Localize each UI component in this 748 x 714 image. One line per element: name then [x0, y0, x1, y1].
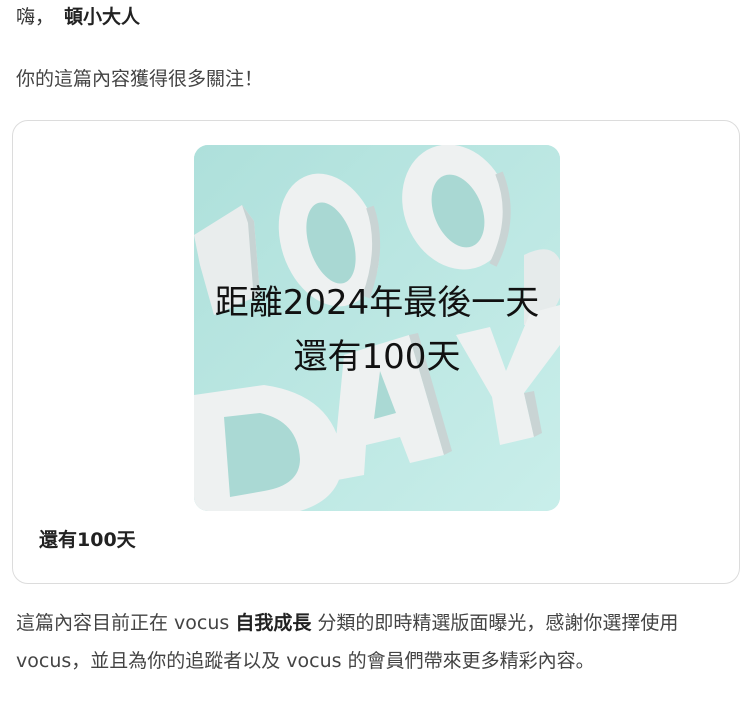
article-card[interactable]: 距離2024年最後一天 還有100天 還有100天: [12, 120, 740, 584]
user-name: 頓小大人: [64, 6, 141, 28]
cover-100-days-graphic: [194, 145, 560, 511]
article-title[interactable]: 還有100天: [39, 525, 136, 552]
category-name: 自我成長: [235, 612, 312, 634]
greeting-hi: 嗨，: [16, 6, 55, 28]
cover-caption-line1: 距離2024年最後一天: [214, 283, 540, 323]
body-paragraph: 這篇內容目前正在 vocus 自我成長 分類的即時精選版面曝光，感謝你選擇使用 …: [16, 604, 728, 680]
greeting-line: 嗨， 頓小大人: [16, 4, 140, 30]
intro-text: 你的這篇內容獲得很多關注！: [16, 68, 264, 90]
article-cover-image[interactable]: 距離2024年最後一天 還有100天: [194, 145, 560, 511]
body-text-part1: 這篇內容目前正在 vocus: [16, 612, 236, 634]
cover-caption-line2: 還有100天: [293, 337, 461, 377]
notification-email: 嗨， 頓小大人 你的這篇內容獲得很多關注！ 距離2024年最後一天 還有100天…: [0, 0, 748, 714]
